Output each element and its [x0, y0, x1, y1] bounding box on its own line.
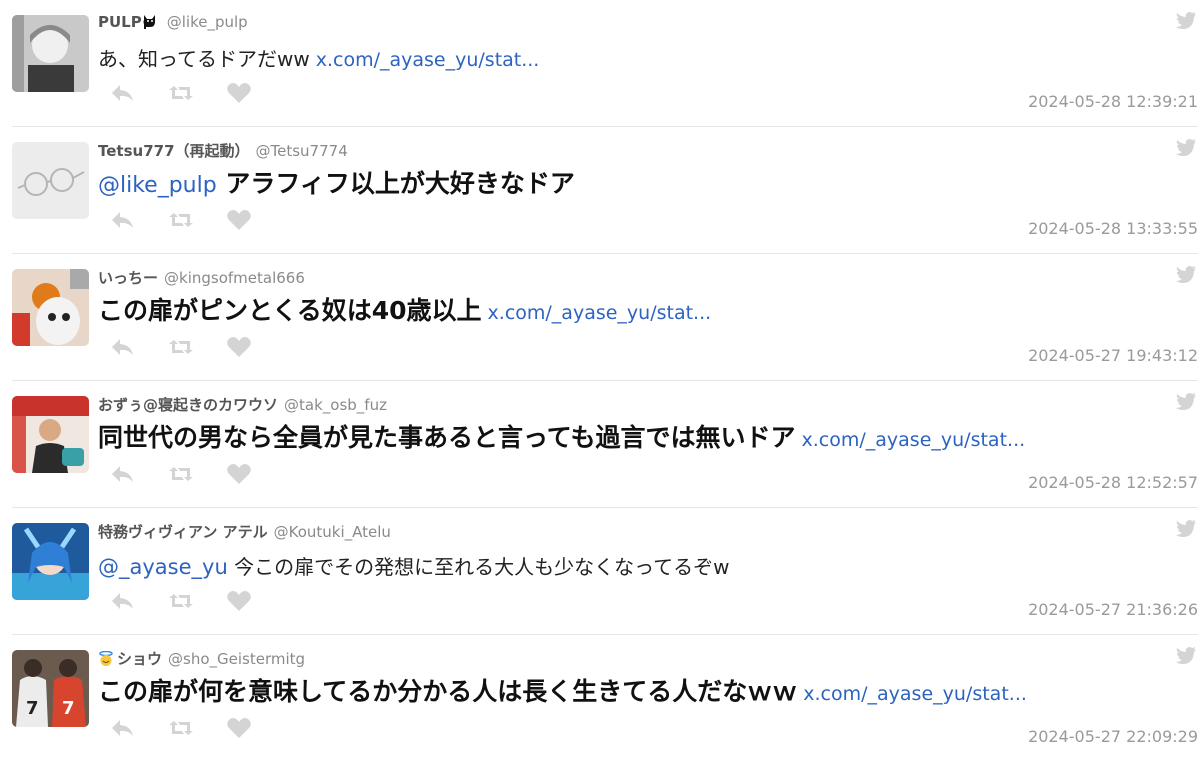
timestamp[interactable]: 2024-05-28 12:52:57 [1028, 473, 1198, 492]
user-handle[interactable]: @sho_Geistermitg [168, 650, 305, 668]
black-cat-icon [143, 15, 155, 29]
tweet-meta: 特務ヴィヴィアン アテル @Koutuki_Atelu [98, 521, 391, 542]
like-heart-icon[interactable] [226, 590, 252, 612]
tweet-actions [110, 209, 252, 231]
tweet-body: 今この扉でその発想に至れる大人も少なくなってるぞw [234, 555, 730, 579]
retweet-icon[interactable] [168, 590, 194, 612]
retweet-icon[interactable] [168, 82, 194, 104]
display-name[interactable]: ショウ [98, 650, 162, 668]
tweet-actions [110, 717, 252, 739]
tweet-meta: いっちー @kingsofmetal666 [98, 267, 305, 288]
tweet-link[interactable]: x.com/_ayase_yu/stat... [316, 49, 540, 71]
tweet-text: あ、知ってるドアだww x.com/_ayase_yu/stat... [98, 43, 539, 72]
avatar[interactable] [12, 269, 89, 346]
reply-icon[interactable] [110, 209, 136, 231]
tweet-body: この扉が何を意味してるか分かる人は長く生きてる人だなｗｗ [98, 677, 798, 706]
avatar[interactable] [12, 396, 89, 473]
svg-text:7: 7 [26, 698, 39, 719]
reply-icon[interactable] [110, 590, 136, 612]
tweet-text: この扉がピンとくる奴は40歳以上 x.com/_ayase_yu/stat... [98, 291, 711, 327]
tweet-link[interactable]: x.com/_ayase_yu/stat... [803, 683, 1027, 705]
timestamp[interactable]: 2024-05-28 13:33:55 [1028, 219, 1198, 238]
retweet-icon[interactable] [168, 717, 194, 739]
like-heart-icon[interactable] [226, 82, 252, 104]
tweet-body: この扉がピンとくる奴は40歳以上 [98, 296, 482, 325]
avatar[interactable] [12, 142, 89, 219]
retweet-icon[interactable] [168, 209, 194, 231]
reply-icon[interactable] [110, 336, 136, 358]
tweet-text: 同世代の男なら全員が見た事あると言っても過言では無いドア x.com/_ayase… [98, 418, 1025, 454]
tweet-body: あ、知ってるドアだww [98, 47, 310, 71]
twitter-bird-icon[interactable] [1176, 647, 1196, 664]
tweet-body: アラフィフ以上が大好きなドア [225, 169, 575, 198]
timestamp[interactable]: 2024-05-27 22:09:29 [1028, 727, 1198, 746]
tweet-text: @like_pulp アラフィフ以上が大好きなドア [98, 164, 575, 200]
twitter-bird-icon[interactable] [1176, 12, 1196, 29]
mention-link[interactable]: @_ayase_yu [98, 555, 228, 579]
tweet-meta: おずぅ@寝起きのカワウソ @tak_osb_fuz [98, 394, 387, 415]
tweet-meta: Tetsu777（再起動） @Tetsu7774 [98, 140, 348, 161]
twitter-bird-icon[interactable] [1176, 393, 1196, 410]
tweet-item: おずぅ@寝起きのカワウソ @tak_osb_fuz 同世代の男なら全員が見た事ある… [12, 381, 1198, 508]
timestamp[interactable]: 2024-05-27 19:43:12 [1028, 346, 1198, 365]
tweet-body: 同世代の男なら全員が見た事あると言っても過言では無いドア [98, 423, 796, 452]
display-name[interactable]: 特務ヴィヴィアン アテル [98, 523, 268, 541]
user-handle[interactable]: @tak_osb_fuz [284, 396, 387, 414]
tweet-meta: PULP @like_pulp [98, 13, 248, 31]
user-handle[interactable]: @kingsofmetal666 [164, 269, 305, 287]
tweet-text: この扉が何を意味してるか分かる人は長く生きてる人だなｗｗ x.com/_ayase… [98, 672, 1027, 708]
tweet-item: 特務ヴィヴィアン アテル @Koutuki_Atelu @_ayase_yu 今こ… [12, 508, 1198, 635]
smiling-face-with-halo-icon [99, 651, 113, 666]
display-name[interactable]: Tetsu777（再起動） [98, 142, 250, 160]
reply-icon[interactable] [110, 82, 136, 104]
timestamp[interactable]: 2024-05-27 21:36:26 [1028, 600, 1198, 619]
twitter-bird-icon[interactable] [1176, 520, 1196, 537]
tweet-item: PULP @like_pulp あ、知ってるドアだww x.com/_ayase_y… [12, 0, 1198, 127]
user-handle[interactable]: @Koutuki_Atelu [274, 523, 391, 541]
user-handle[interactable]: @Tetsu7774 [256, 142, 348, 160]
tweet-actions [110, 336, 252, 358]
display-name[interactable]: いっちー [98, 269, 158, 287]
tweet-actions [110, 463, 252, 485]
retweet-icon[interactable] [168, 336, 194, 358]
svg-text:7: 7 [62, 698, 75, 719]
tweet-link[interactable]: x.com/_ayase_yu/stat... [488, 302, 712, 324]
avatar[interactable] [12, 15, 89, 92]
tweet-item: Tetsu777（再起動） @Tetsu7774 @like_pulp アラフィフ… [12, 127, 1198, 254]
like-heart-icon[interactable] [226, 717, 252, 739]
twitter-bird-icon[interactable] [1176, 266, 1196, 283]
timestamp[interactable]: 2024-05-28 12:39:21 [1028, 92, 1198, 111]
like-heart-icon[interactable] [226, 463, 252, 485]
tweet-actions [110, 82, 252, 104]
retweet-icon[interactable] [168, 463, 194, 485]
avatar[interactable] [12, 523, 89, 600]
mention-link[interactable]: @like_pulp [98, 173, 217, 198]
display-name[interactable]: PULP [98, 13, 161, 31]
reply-icon[interactable] [110, 717, 136, 739]
tweet-actions [110, 590, 252, 612]
display-name[interactable]: おずぅ@寝起きのカワウソ [98, 396, 278, 414]
like-heart-icon[interactable] [226, 209, 252, 231]
tweet-item: 77 ショウ @sho_Geistermitg この扉が何を意味してるか分かる人は… [12, 635, 1198, 762]
avatar[interactable]: 77 [12, 650, 89, 727]
tweet-text: @_ayase_yu 今この扉でその発想に至れる大人も少なくなってるぞw [98, 551, 729, 580]
user-handle[interactable]: @like_pulp [167, 13, 248, 31]
like-heart-icon[interactable] [226, 336, 252, 358]
reply-icon[interactable] [110, 463, 136, 485]
tweet-meta: ショウ @sho_Geistermitg [98, 648, 305, 669]
tweet-item: いっちー @kingsofmetal666 この扉がピンとくる奴は40歳以上 x.c… [12, 254, 1198, 381]
tweet-link[interactable]: x.com/_ayase_yu/stat... [802, 429, 1026, 451]
twitter-bird-icon[interactable] [1176, 139, 1196, 156]
